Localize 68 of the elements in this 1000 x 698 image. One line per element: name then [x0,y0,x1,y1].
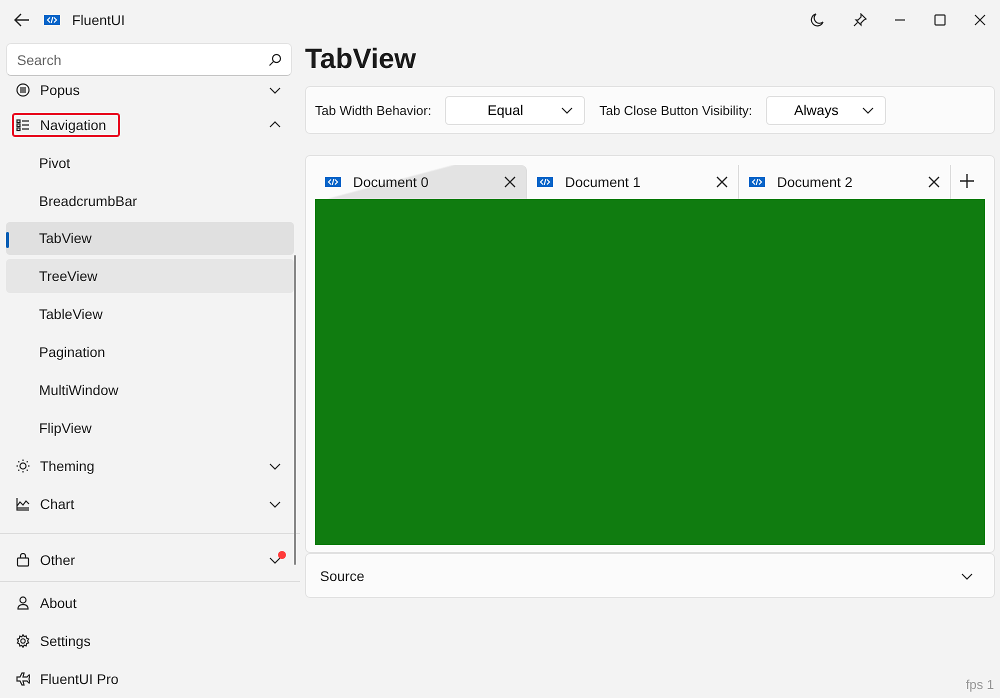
dropdown[interactable]: Always [766,96,886,124]
nav-label: Theming [40,458,94,474]
close-icon [973,13,987,27]
bag-icon [16,553,30,568]
fps-counter: fps 1 [966,677,994,692]
code-icon [325,176,341,188]
nav-label: Settings [40,633,91,650]
nav-item[interactable]: FlipView [6,410,294,445]
search-field[interactable]: Search [6,43,292,76]
nav-item[interactable]: Chart [6,486,294,521]
nav-label: Navigation [40,116,106,133]
scrollbar[interactable] [294,255,296,565]
nav-item[interactable]: Theming [6,448,294,483]
close-icon [504,176,516,188]
nav-item[interactable]: TreeView [6,259,294,294]
nav-item[interactable]: FluentUI Pro [6,662,294,696]
nav-item[interactable]: Other [6,544,294,578]
nav-item[interactable]: Pagination [6,335,294,370]
close-icon [716,176,728,188]
nav-label: BreadcrumbBar [39,192,138,209]
pin-icon [853,13,867,27]
back-arrow-icon [14,13,30,27]
nav-item[interactable]: Navigation [6,108,294,142]
chart-icon [16,496,30,511]
window-title: FluentUI [72,12,125,28]
nav-item[interactable]: MultiWindow [6,373,294,407]
nav-label: Popus [40,82,80,98]
code-icon [537,176,553,188]
list-icon [16,118,30,132]
nav-item[interactable]: TableView [6,297,294,332]
code-icon [749,176,765,188]
code-icon [44,14,60,26]
nav-item[interactable]: TabView [6,222,294,256]
close-tab-button[interactable] [714,174,730,190]
close-icon [928,176,940,188]
nav-label: FluentUI Pro [40,671,119,688]
option-label: Tab Close Button Visibility: [599,102,752,118]
nav-label: Chart [40,496,74,512]
person-icon [16,596,30,610]
nav-label: MultiWindow [39,382,118,398]
nav-item[interactable]: Settings [6,624,294,658]
nav-item[interactable]: Pivot [6,146,294,180]
page-title: TabView [305,42,418,76]
option-label: Tab Width Behavior: [315,102,432,118]
search-icon [268,53,282,67]
moon-icon [810,13,824,27]
selection-indicator [6,232,9,248]
nav-item[interactable]: BreadcrumbBar [6,184,294,218]
nav-item[interactable]: Popus [6,76,294,104]
source-expander[interactable]: Source [305,553,995,598]
popup-icon [16,82,30,97]
nav-label: TableView [39,306,103,322]
nav-label: TabView [39,230,92,246]
nav-label: FlipView [39,420,92,436]
plus-icon [959,173,975,189]
nav-item[interactable]: About [6,586,294,620]
airplane-icon [16,672,30,686]
nav-label: Pivot [39,154,70,171]
sun-icon [16,458,30,473]
close-tab-button[interactable] [502,174,518,190]
settings-icon [16,634,30,648]
maximize-icon [933,13,947,27]
nav-label: Other [40,552,76,568]
nav-label: Pagination [39,344,106,360]
nav-label: About [40,595,77,612]
close-tab-button[interactable] [926,174,942,190]
nav-label: TreeView [39,268,98,284]
dropdown[interactable]: Equal [445,96,586,124]
